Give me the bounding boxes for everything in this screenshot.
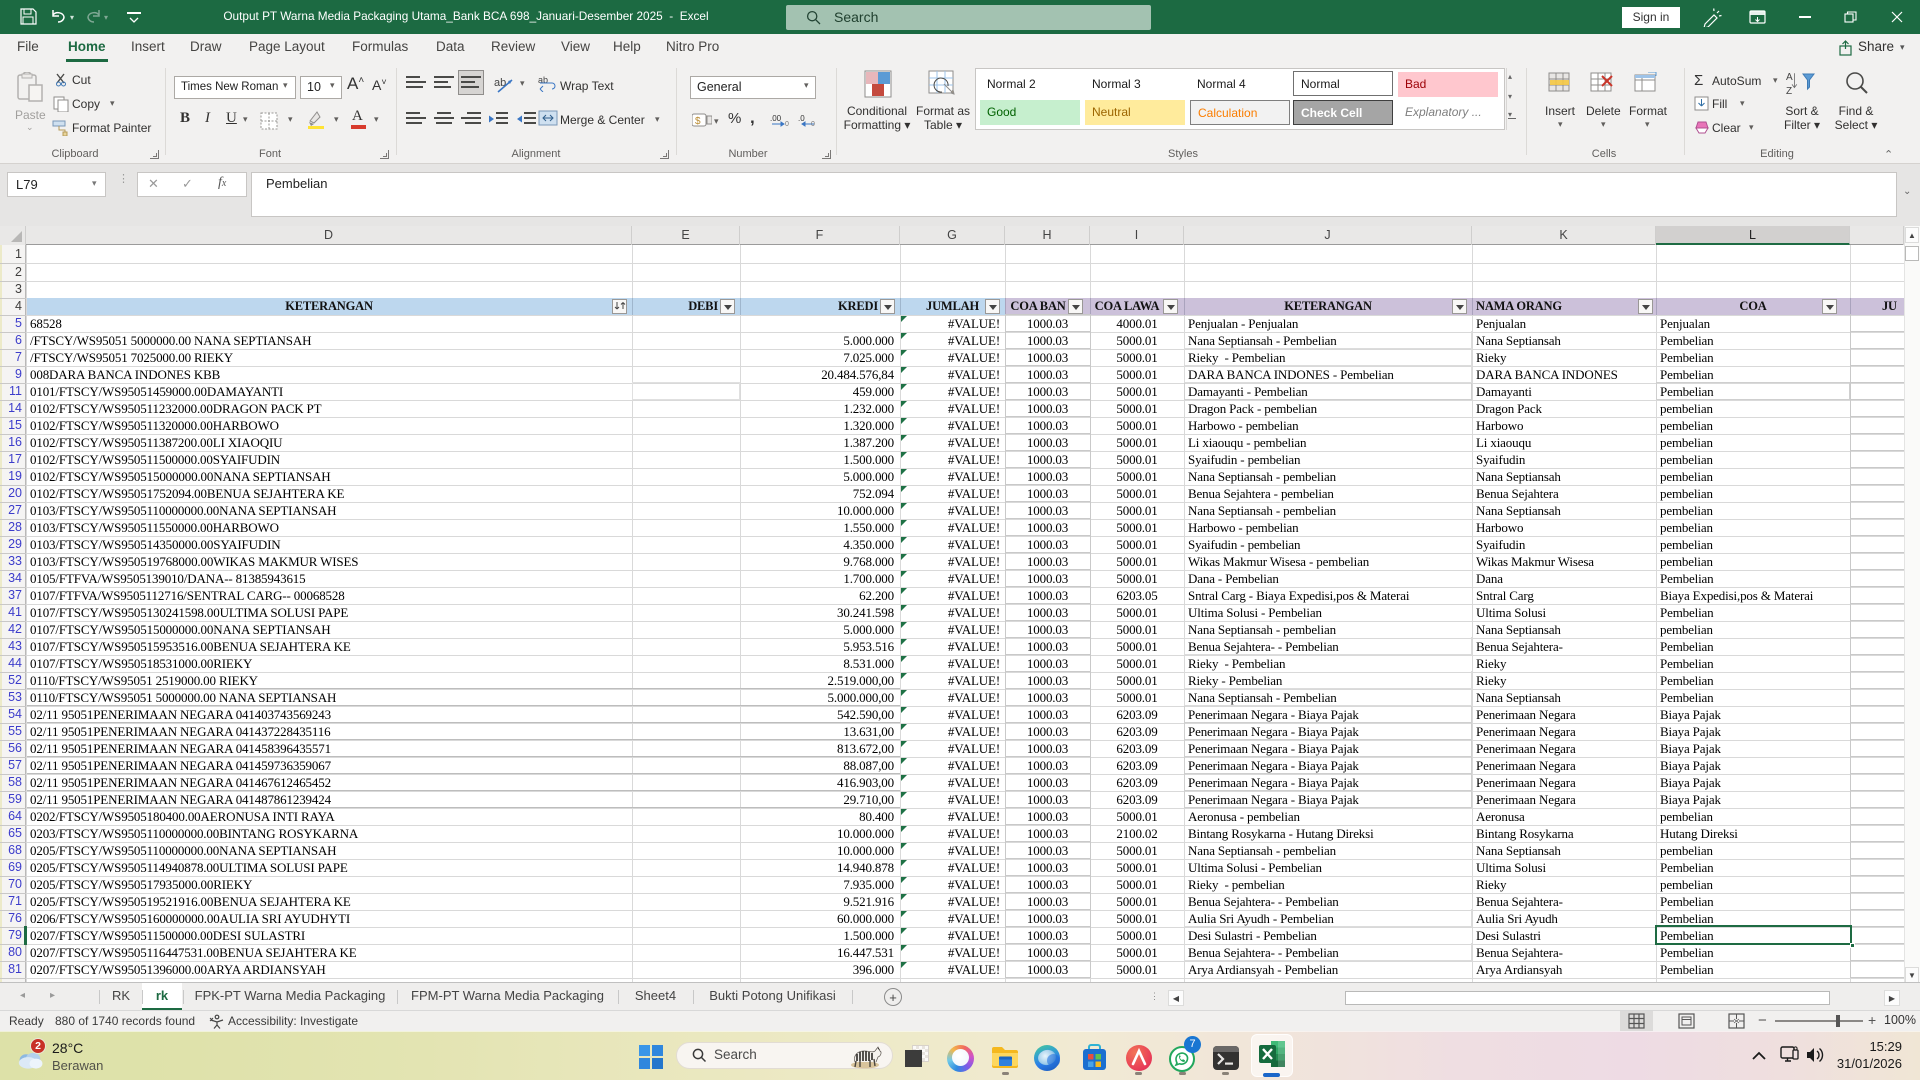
svg-text:Z: Z	[1786, 86, 1792, 96]
svg-text:.00: .00	[770, 114, 782, 123]
svg-text:A: A	[1786, 72, 1793, 83]
svg-text:$: $	[695, 116, 701, 127]
svg-text:.0: .0	[798, 114, 805, 123]
svg-text:0: 0	[811, 121, 815, 128]
svg-text:0: 0	[785, 121, 789, 128]
